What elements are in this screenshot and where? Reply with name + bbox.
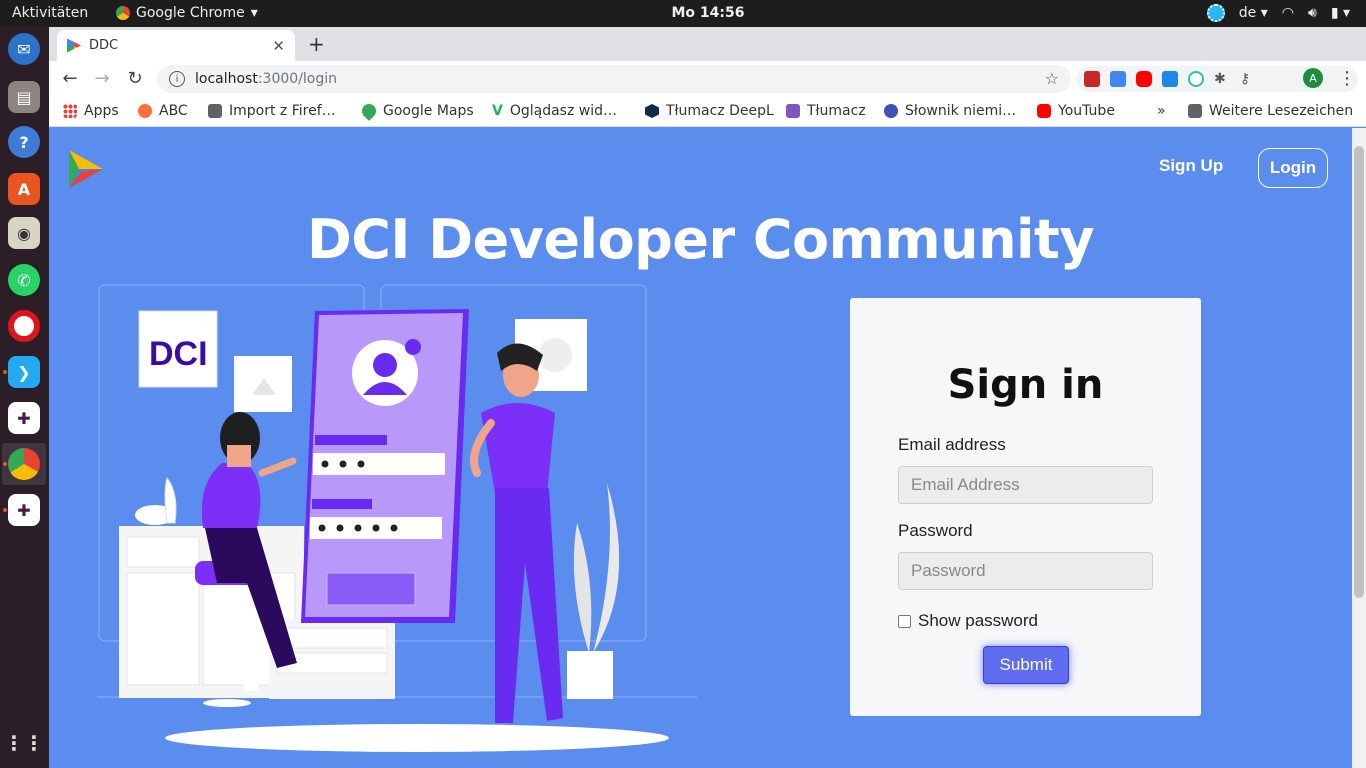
slack-icon[interactable]: ✚ <box>8 402 40 434</box>
maps-pin-icon <box>359 101 379 121</box>
page-scrollbar-thumb[interactable] <box>1354 146 1364 598</box>
other-bookmarks[interactable]: Weitere Lesezeichen <box>1188 103 1353 119</box>
more-bookmarks-button[interactable]: » <box>1157 103 1166 119</box>
show-password-label: Show password <box>918 611 1039 630</box>
password-label: Password <box>898 521 973 540</box>
music-player-icon[interactable]: ◉ <box>8 217 40 249</box>
youtube-extension-icon[interactable] <box>1136 71 1152 87</box>
opera-icon[interactable] <box>8 310 40 342</box>
bookmark-deepl[interactable]: Tłumacz DeepL <box>645 103 774 119</box>
close-tab-icon[interactable]: ✕ <box>272 37 285 55</box>
new-tab-button[interactable]: + <box>308 32 325 56</box>
bookmark-youtube[interactable]: YouTube <box>1037 103 1115 119</box>
signup-link[interactable]: Sign Up <box>1159 156 1223 176</box>
bookmark-google-maps[interactable]: Google Maps <box>359 101 474 121</box>
help-icon[interactable]: ? <box>8 126 40 158</box>
back-button[interactable]: ← <box>59 68 81 89</box>
submit-button[interactable]: Submit <box>983 646 1069 684</box>
show-password-row[interactable]: Show password <box>898 611 1038 631</box>
vscode-icon[interactable]: ❯ <box>8 356 40 388</box>
extension-red-icon[interactable] <box>1084 71 1100 87</box>
tab-title: DDC <box>89 38 119 53</box>
hero-title: DCI Developer Community <box>306 208 1095 271</box>
slack-icon-2[interactable]: ✚ <box>8 494 40 526</box>
language-indicator[interactable]: de ▾ <box>1239 5 1268 21</box>
files-icon[interactable]: ▤ <box>8 81 40 113</box>
key-icon[interactable]: ⚷ <box>1240 71 1256 87</box>
ddc-favicon-icon <box>67 38 81 53</box>
clock[interactable]: Mo 14:56 <box>0 5 1366 21</box>
google-translate-extension-icon[interactable] <box>1110 71 1126 87</box>
system-top-bar: Aktivitäten Google Chrome ▾ Mo 14:56 de … <box>0 0 1366 27</box>
reload-button[interactable]: ↻ <box>124 68 146 89</box>
ddc-logo[interactable] <box>67 148 105 194</box>
wifi-icon: ◠ <box>1281 5 1294 21</box>
v-icon: V <box>492 103 503 119</box>
bookmark-ogladasz[interactable]: V Oglądasz wid… <box>492 103 617 119</box>
url-path: :3000/login <box>257 71 338 87</box>
weather-icon <box>1206 4 1225 22</box>
info-icon[interactable]: i <box>169 71 185 87</box>
login-illustration: DCI <box>97 284 697 752</box>
thunderbird-icon[interactable]: ✉ <box>8 33 40 65</box>
password-input[interactable] <box>898 552 1153 590</box>
youtube-icon <box>1037 104 1051 118</box>
chrome-dock-icon[interactable] <box>8 448 40 480</box>
forward-button[interactable]: → <box>91 68 113 89</box>
translate-icon <box>786 104 800 118</box>
bookmark-slownik[interactable]: Słownik niemi… <box>884 103 1016 119</box>
bookmark-tlumacz[interactable]: Tłumacz <box>786 103 866 119</box>
signin-title: Sign in <box>947 362 1104 408</box>
bookmark-apps[interactable]: Apps <box>63 103 119 119</box>
tab-ddc[interactable]: DDC ✕ <box>57 30 295 61</box>
menu-icon[interactable]: ⋮ <box>1336 68 1358 89</box>
deepl-icon <box>645 104 659 118</box>
tab-strip: DDC ✕ + <box>49 27 1366 61</box>
show-apps-icon[interactable]: ⋮⋮ <box>4 727 44 759</box>
extension-green-icon[interactable] <box>1188 71 1204 87</box>
address-bar[interactable]: i localhost:3000/login ☆ <box>157 65 1071 93</box>
web-page: Sign Up Login DCI Developer Community DC… <box>49 128 1352 768</box>
apps-grid-icon <box>63 104 77 118</box>
url-host: localhost <box>195 71 258 87</box>
dock: ✉ ▤ ? A ◉ ✆ ❯ ✚ ✚ ⋮⋮ <box>0 27 49 768</box>
bookmark-import-firefox[interactable]: Import z Firef… <box>208 103 336 119</box>
speech-icon <box>884 104 898 118</box>
whatsapp-icon[interactable]: ✆ <box>8 264 40 296</box>
login-button[interactable]: Login <box>1258 148 1328 188</box>
folder-icon <box>208 104 222 118</box>
email-label: Email address <box>898 435 1006 454</box>
system-tray[interactable]: de ▾ ◠ 🔊︎ ▮ ▾ <box>1206 4 1350 22</box>
battery-icon: ▮ ▾ <box>1330 5 1350 21</box>
bookmark-star-icon[interactable]: ☆ <box>1045 69 1059 88</box>
extensions-puzzle-icon[interactable]: ✱ <box>1214 71 1230 87</box>
extension-blue-icon[interactable] <box>1162 71 1178 87</box>
signin-card: Sign in Email address Password Show pass… <box>850 298 1201 716</box>
bookmark-abc[interactable]: ABC <box>138 103 188 119</box>
firefox-icon <box>138 104 152 118</box>
software-center-icon[interactable]: A <box>8 173 40 205</box>
email-input[interactable] <box>898 466 1153 504</box>
bookmarks-bar: Apps ABC Import z Firef… Google Maps V Og… <box>49 97 1366 127</box>
browser-toolbar: ← → ↻ i localhost:3000/login ☆ ✱ ⚷ A ⋮ <box>49 61 1366 97</box>
illustration-dci-logo: DCI <box>149 335 208 373</box>
volume-icon: 🔊︎ <box>1307 5 1317 21</box>
profile-avatar[interactable]: A <box>1303 68 1323 88</box>
folder-icon <box>1188 104 1202 118</box>
show-password-checkbox[interactable] <box>898 614 911 628</box>
